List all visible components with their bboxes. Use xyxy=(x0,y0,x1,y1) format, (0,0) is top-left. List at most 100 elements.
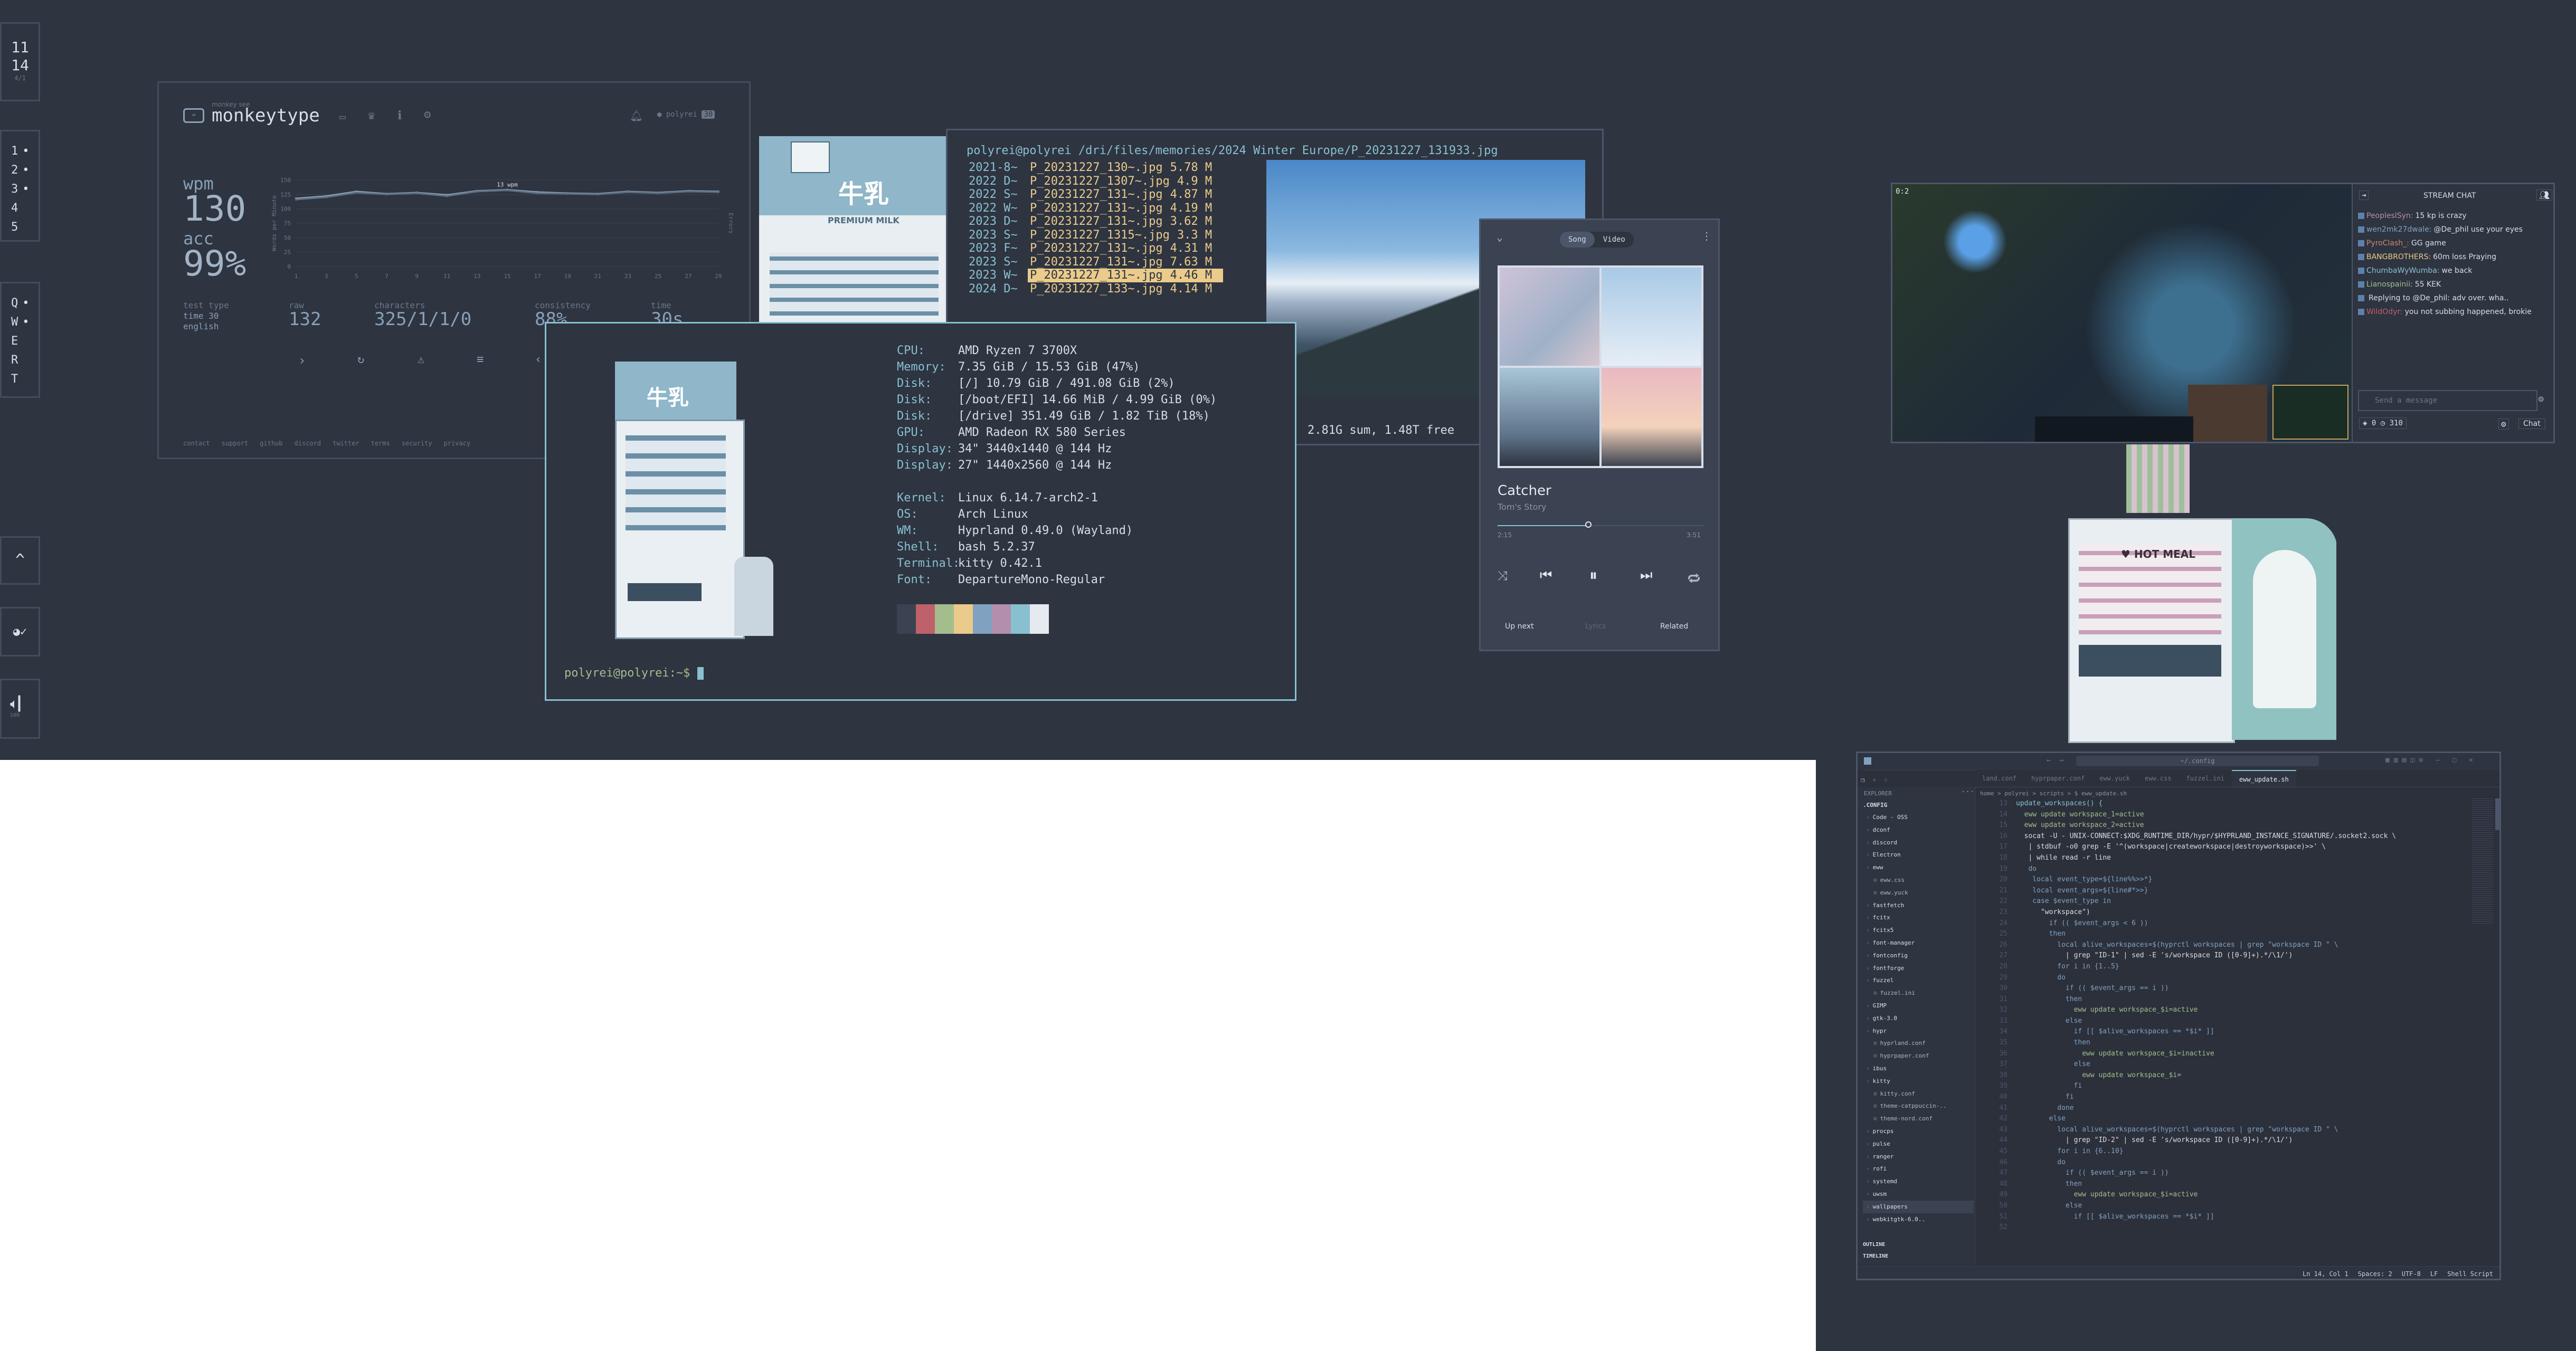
chat-username[interactable]: wen2mk27dwale: xyxy=(2366,225,2432,234)
secondary-workspace-button[interactable]: E xyxy=(2,332,39,351)
progress-knob[interactable] xyxy=(1585,521,1592,528)
secondary-workspace-button[interactable]: Q • xyxy=(2,294,39,313)
file-row[interactable]: 2023 S~ P_20231227_131~.jpg 7.63 M xyxy=(969,255,1264,269)
file-row[interactable]: 2023 W~ P_20231227_131~.jpg 4.46 M xyxy=(969,269,1264,282)
chat-username[interactable]: Lianospainii: xyxy=(2366,280,2413,289)
tree-folder[interactable]: › hypr xyxy=(1863,1025,1974,1038)
tree-folder[interactable]: › Electron xyxy=(1863,849,1974,861)
footer-link[interactable]: twitter xyxy=(333,440,359,447)
workspace-button[interactable]: 4 xyxy=(2,199,39,218)
previous-icon[interactable]: ⏮︎ xyxy=(1540,567,1552,584)
more-icon[interactable]: ⋮ xyxy=(1701,230,1712,242)
status-item[interactable]: Spaces: 2 xyxy=(2358,1267,2392,1279)
crown-icon[interactable]: ♛ xyxy=(368,109,375,122)
chat-username[interactable]: PeopleslSyn: xyxy=(2366,212,2413,220)
tree-folder[interactable]: › webkitgtk-6.0.. xyxy=(1863,1213,1974,1226)
editor-tab[interactable]: hyprpaper.conf xyxy=(2024,770,2092,787)
tree-file[interactable]: ⚙ theme-catppuccin-.. xyxy=(1863,1100,1974,1112)
explorer-icon[interactable]: ❐ xyxy=(1861,776,1864,784)
footer-link[interactable]: privacy xyxy=(444,440,471,447)
network-status[interactable]: ◕✓ xyxy=(0,607,40,657)
secondary-workspace-button[interactable]: T xyxy=(2,370,39,389)
status-item[interactable]: UTF-8 xyxy=(2402,1267,2421,1279)
tree-folder[interactable]: › fontforge xyxy=(1863,962,1974,975)
next-test-icon[interactable]: › xyxy=(298,353,306,368)
tree-root[interactable]: .CONFIG xyxy=(1863,802,1887,808)
tree-file[interactable]: ⚙ fuzzel.ini xyxy=(1863,987,1974,1000)
tree-folder[interactable]: › fcitx5 xyxy=(1863,924,1974,937)
secondary-workspace-button[interactable]: W • xyxy=(2,313,39,332)
pause-icon[interactable]: ⏸︎ xyxy=(1589,566,1597,585)
tree-folder[interactable]: › fontconfig xyxy=(1863,949,1974,962)
shuffle-icon[interactable]: ⤨ xyxy=(1498,568,1508,583)
tab-up-next[interactable]: Up next xyxy=(1505,622,1534,631)
collapse-chat-icon[interactable]: ⇥ xyxy=(2359,191,2369,200)
tree-folder[interactable]: › ranger xyxy=(1863,1150,1974,1163)
brand-name[interactable]: monkeytype xyxy=(212,105,320,126)
forward-arrow-icon[interactable]: → xyxy=(2059,756,2063,765)
tree-folder[interactable]: › uwsm xyxy=(1863,1188,1974,1201)
tree-folder[interactable]: › fcitx xyxy=(1863,911,1974,924)
tree-folder[interactable]: › fastfetch xyxy=(1863,899,1974,912)
keyboard-icon[interactable]: ▭ xyxy=(339,110,346,123)
outline-section[interactable]: OUTLINE xyxy=(1863,1242,1885,1248)
layout-icons[interactable]: ▦▥▤◫⚙ — ▢ ✕ xyxy=(2385,756,2477,764)
back-arrow-icon[interactable]: ← xyxy=(2047,756,2051,765)
footer-link[interactable]: support xyxy=(222,440,249,447)
restart-icon[interactable]: ↻ xyxy=(357,353,364,366)
chat-settings-icon[interactable]: ⚙ xyxy=(2498,418,2509,430)
tree-file[interactable]: ⚙ theme-nord.conf xyxy=(1863,1112,1974,1125)
status-item[interactable]: LF xyxy=(2430,1267,2438,1279)
tree-folder[interactable]: › ibus xyxy=(1863,1062,1974,1075)
footer-link[interactable]: discord xyxy=(295,440,321,447)
chat-username[interactable]: WildOdyr: xyxy=(2366,308,2403,316)
file-row[interactable]: 2023 S~ P_20231227_1315~.jpg 3.3 M xyxy=(969,229,1264,242)
volume-control[interactable]: 🔈︎▎ 100 xyxy=(0,679,40,739)
file-row[interactable]: 2022 S~ P_20231227_131~.jpg 4.87 M xyxy=(969,188,1264,202)
file-row[interactable]: 2021-8~ P_20231227_130~.jpg 5.78 M xyxy=(969,161,1264,175)
tab-related[interactable]: Related xyxy=(1660,622,1688,631)
info-icon[interactable]: ℹ xyxy=(397,109,402,122)
warning-icon[interactable]: ⚠ xyxy=(418,353,424,366)
tree-folder[interactable]: › fuzzel xyxy=(1863,974,1974,987)
chat-username[interactable]: PyroClash_: xyxy=(2366,239,2409,248)
collapse-icon[interactable]: ⌄ xyxy=(1497,231,1503,243)
progress-track[interactable] xyxy=(1498,521,1703,528)
tab-song[interactable]: Song xyxy=(1560,232,1595,248)
tree-folder[interactable]: › pulse xyxy=(1863,1138,1974,1150)
code-area[interactable]: update_workspaces() { eww update workspa… xyxy=(2016,798,2465,1222)
tree-folder[interactable]: › Code - OSS xyxy=(1863,811,1974,824)
tree-folder[interactable]: › systemd xyxy=(1863,1175,1974,1188)
footer-link[interactable]: terms xyxy=(371,440,390,447)
file-row[interactable]: 2023 D~ P_20231227_131~.jpg 3.62 M xyxy=(969,215,1264,229)
status-item[interactable]: Ln 14, Col 1 xyxy=(2303,1267,2348,1279)
repeat-icon[interactable]: 🔁︎ xyxy=(1688,568,1700,587)
chat-username[interactable]: BANGBROTHERS: xyxy=(2366,253,2431,261)
settings-icon[interactable]: ⚙ xyxy=(424,108,431,121)
file-row[interactable]: 2024 D~ P_20231227_133~.jpg 4.14 M xyxy=(969,282,1264,296)
tree-folder[interactable]: › font-manager xyxy=(1863,937,1974,949)
tree-file[interactable]: ⚙ eww.yuck xyxy=(1863,887,1974,899)
shell-prompt[interactable]: polyrei@polyrei:~$ xyxy=(564,667,704,680)
channel-points[interactable]: ◈ 0 ◷ 310 xyxy=(2359,417,2407,429)
scrollbar[interactable] xyxy=(2495,798,2499,830)
secondary-workspace-button[interactable]: R xyxy=(2,351,39,370)
back-icon[interactable]: ‹ xyxy=(535,353,542,366)
chat-username[interactable]: ChumbaWyWumba: xyxy=(2366,267,2440,275)
stream-video[interactable] xyxy=(1892,184,2352,442)
tree-folder[interactable]: › rofi xyxy=(1863,1163,1974,1175)
list-icon[interactable]: ≡ xyxy=(477,353,484,366)
workspace-button[interactable]: 5 xyxy=(2,218,39,237)
file-row[interactable]: 2022 D~ P_20231227_1307~.jpg 4.9 M xyxy=(969,175,1264,188)
file-row[interactable]: 2022 W~ P_20231227_131~.jpg 4.19 M xyxy=(969,202,1264,215)
workspace-button[interactable]: 3 • xyxy=(2,180,39,199)
editor-tab[interactable]: eww_update.sh xyxy=(2231,770,2296,787)
search-icon[interactable]: ⌕ xyxy=(1872,776,1876,784)
tree-file[interactable]: ⚙ eww.css xyxy=(1863,874,1974,887)
next-icon[interactable]: ⏭︎ xyxy=(1640,567,1652,584)
workspace-button[interactable]: 1 • xyxy=(2,142,39,161)
file-row[interactable]: 2023 F~ P_20231227_131~.jpg 4.31 M xyxy=(969,242,1264,255)
tree-file[interactable]: ⚙ kitty.conf xyxy=(1863,1088,1974,1100)
footer-link[interactable]: github xyxy=(260,440,282,447)
footer-link[interactable]: contact xyxy=(183,440,210,447)
